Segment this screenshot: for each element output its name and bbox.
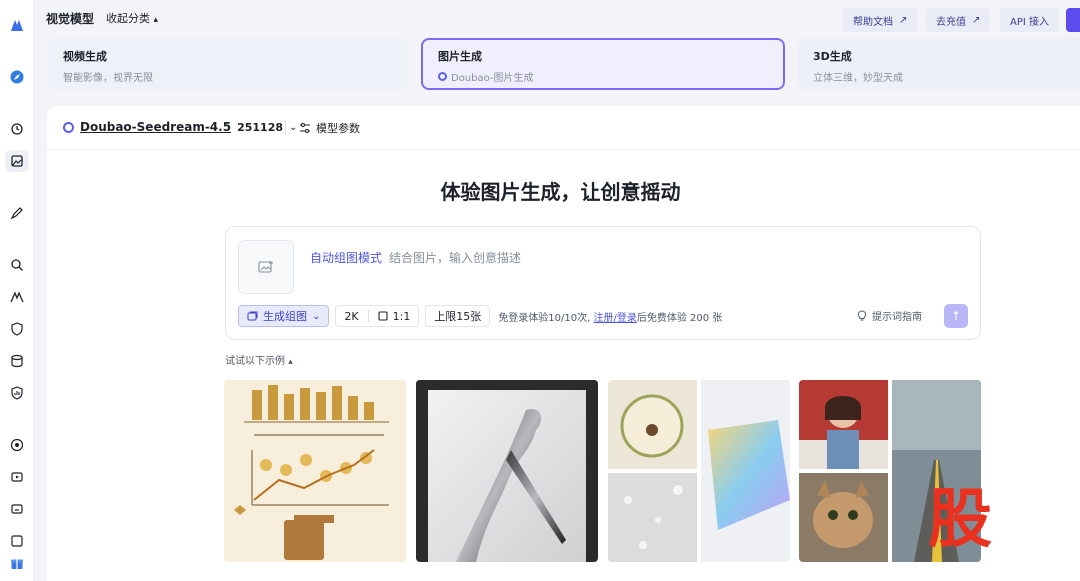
ratio-value: 1:1 — [392, 309, 411, 323]
chevron-up-icon: ▴ — [288, 357, 293, 367]
gift-icon[interactable] — [5, 552, 29, 574]
resolution-value: 2K — [344, 309, 359, 323]
prompt-options-bar: 生成组图 ⌄ 2K 1:1 上限15张 免登录体验10/10次, 注册/登录后免… — [238, 304, 968, 328]
mode-card-subtitle: 立体三维，妙型天成 — [813, 73, 903, 84]
collapse-label: 收起分类 — [106, 12, 150, 25]
examples-toggle[interactable]: 试试以下示例 ▴ — [225, 352, 293, 367]
model-params-label: 模型参数 — [316, 122, 360, 135]
history-icon[interactable] — [5, 118, 29, 140]
shield-icon[interactable] — [5, 318, 29, 340]
logo-icon[interactable] — [5, 14, 29, 36]
mode-card-subtitle: Doubao-图片生成 — [451, 73, 534, 84]
mode-card-title: 3D生成 — [813, 50, 852, 63]
auto-group-mode-label[interactable]: 自动组图模式 — [310, 249, 382, 266]
top-header: 视觉模型 收起分类 ▴ 帮助文档 ↗ 去充值 ↗ API 接入 — [34, 0, 1080, 36]
collapse-category-toggle[interactable]: 收起分类 ▴ — [106, 10, 158, 26]
recharge-button[interactable]: 去充值 ↗ — [926, 8, 991, 32]
doubao-logo-icon — [63, 121, 74, 133]
arrow-up-icon: ↑ — [950, 309, 962, 323]
example-image-chrome-figure[interactable] — [416, 380, 598, 562]
help-docs-label: 帮助文档 — [853, 16, 893, 28]
example-image-collage-objects[interactable] — [608, 380, 790, 562]
image-stack-icon — [247, 311, 258, 321]
model-selector[interactable]: Doubao-Seedream-4.5 251128 ⌄ — [63, 120, 297, 134]
explore-icon[interactable] — [5, 66, 29, 88]
chevron-down-icon: ⌄ — [289, 121, 298, 133]
main-panel: Doubao-Seedream-4.5 251128 ⌄ 模型参数 体验图片生成… — [47, 106, 1080, 581]
register-login-link[interactable]: 注册/登录 — [594, 313, 637, 324]
image-model-icon[interactable] — [5, 150, 29, 172]
mode-card-title: 图片生成 — [438, 50, 482, 63]
api-access-button[interactable]: API 接入 — [1000, 8, 1059, 32]
draw-icon[interactable] — [5, 202, 29, 224]
doubao-logo-icon — [438, 72, 447, 81]
mode-card-video[interactable]: 视频生成 智能影像，视界无限 — [47, 38, 409, 90]
free-trial-suffix: 后免费体验 200 张 — [636, 312, 723, 324]
collage-objects-illustration — [608, 380, 790, 562]
prompt-guide-label: 提示词指南 — [872, 312, 922, 323]
generate-group-dropdown[interactable]: 生成组图 ⌄ — [238, 305, 330, 327]
page-title: 视觉模型 — [46, 12, 95, 26]
chevron-up-icon: ▴ — [153, 15, 159, 25]
prompt-guide-link[interactable]: 提示词指南 — [857, 308, 922, 323]
lightbulb-icon — [857, 309, 867, 320]
chevron-down-icon: ⌄ — [312, 310, 321, 322]
image-upload-button[interactable] — [238, 240, 294, 294]
external-link-icon: ↗ — [899, 14, 908, 26]
size-ratio-selector[interactable]: 2K 1:1 — [335, 305, 420, 327]
send-button[interactable]: ↑ — [944, 304, 968, 328]
sliders-icon — [300, 123, 310, 133]
left-nav-rail — [0, 0, 34, 581]
search-icon[interactable] — [5, 254, 29, 276]
aspect-square-icon — [378, 311, 388, 321]
model-name: Doubao-Seedream-4.5 — [80, 120, 232, 134]
prompt-box: 自动组图模式 结合图片，输入创意描述 生成组图 ⌄ 2K 1:1 上限15张 免… — [225, 226, 981, 340]
chrome-figure-illustration — [416, 380, 598, 562]
external-link-icon: ↗ — [972, 14, 981, 26]
divider — [367, 310, 369, 322]
prompt-input[interactable]: 结合图片，输入创意描述 — [389, 249, 521, 266]
model-square-icon[interactable] — [5, 286, 29, 308]
media-icon[interactable] — [5, 498, 29, 520]
document-icon[interactable] — [5, 530, 29, 552]
headline-text: 体验图片生成，让创意摇动 — [440, 180, 681, 204]
example-image-infographic[interactable] — [224, 380, 406, 562]
mode-card-3d[interactable]: 3D生成 立体三维，妙型天成 — [797, 38, 1080, 90]
broadcast-icon[interactable] — [5, 434, 29, 456]
model-params-button[interactable]: 模型参数 — [299, 120, 360, 136]
primary-action-button[interactable] — [1066, 8, 1080, 32]
examples-label: 试试以下示例 — [225, 356, 285, 367]
infographic-illustration — [224, 380, 406, 562]
help-docs-button[interactable]: 帮助文档 ↗ — [843, 8, 918, 32]
video-icon[interactable] — [5, 466, 29, 488]
headline: 体验图片生成，让创意摇动 — [47, 176, 1080, 205]
recharge-label: 去充值 — [936, 16, 966, 28]
image-limit-label: 上限15张 — [434, 310, 482, 323]
free-trial-prefix: 免登录体验10/10次, — [498, 312, 591, 324]
mode-card-image[interactable]: 图片生成 Doubao-图片生成 — [421, 38, 785, 90]
free-trial-notice: 免登录体验10/10次, 注册/登录后免费体验 200 张 — [498, 309, 722, 324]
add-image-icon — [258, 261, 273, 273]
api-access-label: API 接入 — [1010, 16, 1049, 28]
image-limit-selector[interactable]: 上限15张 — [425, 305, 491, 327]
toolbar-divider — [285, 121, 286, 135]
database-icon[interactable] — [5, 350, 29, 372]
watermark-logo: 股 — [928, 483, 992, 557]
mode-card-subtitle: 智能影像，视界无限 — [63, 73, 153, 84]
analytics-icon[interactable] — [5, 382, 29, 404]
model-version: 251128 — [237, 120, 284, 134]
generate-group-label: 生成组图 — [263, 310, 307, 323]
model-toolbar: Doubao-Seedream-4.5 251128 ⌄ 模型参数 — [47, 106, 1080, 150]
mode-card-title: 视频生成 — [63, 50, 107, 63]
